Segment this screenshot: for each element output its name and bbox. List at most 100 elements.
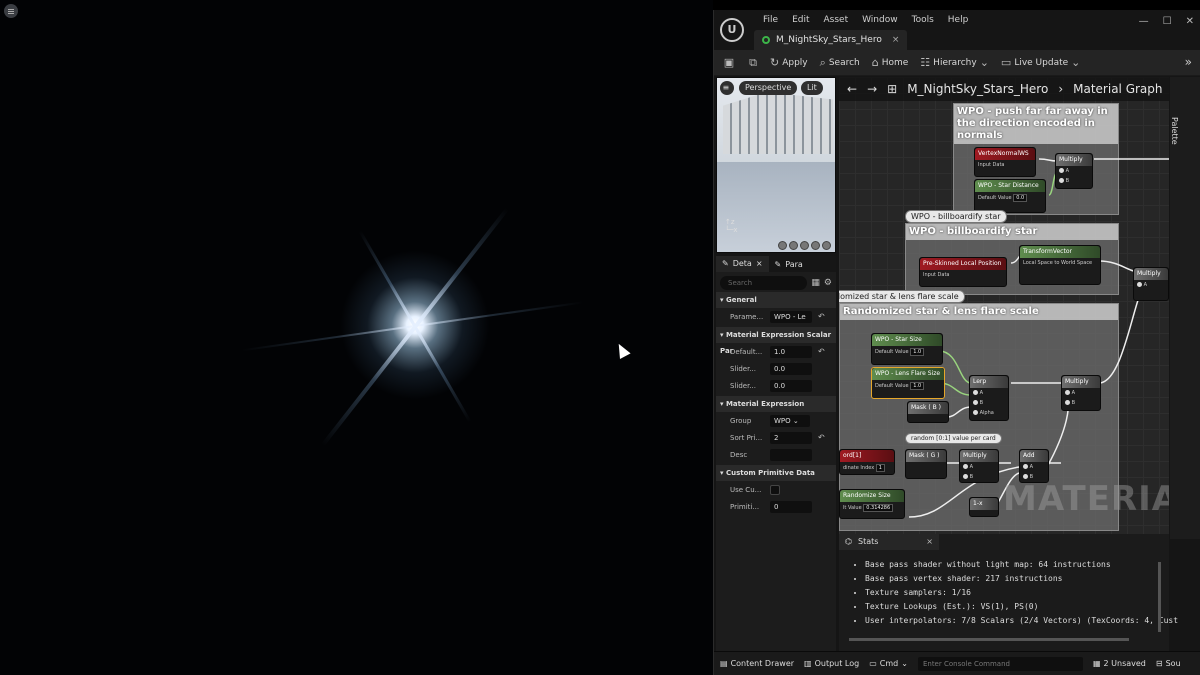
menu-tools[interactable]: Tools [905, 14, 941, 26]
node-star-size[interactable]: WPO - Star Size Default Value 1.0 [871, 333, 943, 365]
output-log-button[interactable]: ▥ Output Log [804, 659, 859, 668]
prop-label: Group [730, 416, 752, 425]
back-arrow-icon[interactable]: ← [847, 82, 857, 96]
menu-asset[interactable]: Asset [817, 14, 856, 26]
perspective-button[interactable]: Perspective [739, 81, 798, 95]
node-pins: B [960, 472, 998, 482]
category-material-expression[interactable]: ▾ Material Expression [716, 396, 836, 412]
primitive-index-field[interactable]: 0 [770, 500, 812, 513]
minimize-icon[interactable]: — [1139, 16, 1149, 27]
node-lerp[interactable]: Lerp A B Alpha [969, 375, 1009, 421]
node-transform-vector[interactable]: TransformVector Local Space to World Spa… [1019, 245, 1101, 285]
home-button[interactable]: ⌂ Home [872, 56, 909, 69]
plane-icon[interactable] [800, 241, 809, 250]
toolbar-overflow-icon[interactable]: » [1185, 55, 1192, 69]
stats-horizontal-scrollbar[interactable] [849, 638, 1129, 641]
default-value-field[interactable]: 1.0 [770, 345, 812, 358]
reset-icon[interactable]: ↶ [818, 312, 825, 321]
reset-icon[interactable]: ↶ [818, 347, 825, 356]
apply-button[interactable]: ↻ Apply [770, 56, 808, 69]
stats-tab[interactable]: ⌬ Stats × [839, 534, 939, 550]
node-one-minus[interactable]: 1-x [969, 497, 999, 517]
reset-icon[interactable]: ↶ [818, 433, 825, 442]
viewport-menu-icon[interactable] [4, 4, 18, 18]
node-add[interactable]: Add A B [1019, 449, 1049, 483]
slider-max-field[interactable]: 0.0 [770, 379, 812, 392]
table-view-icon[interactable]: ▦ [811, 278, 820, 288]
category-scalar-parameter[interactable]: ▾ Material Expression Scalar Par [716, 327, 836, 355]
graph-hierarchy-icon[interactable]: ⊞ [887, 82, 897, 96]
node-coordinate[interactable]: ord[1] dinate Index 1 [839, 449, 895, 475]
mesh-icon[interactable] [822, 241, 831, 250]
source-control-label: Sou [1165, 659, 1181, 668]
browse-icon[interactable]: ⧉ [746, 56, 760, 70]
cube-icon[interactable] [811, 241, 820, 250]
lit-button[interactable]: Lit [801, 81, 823, 95]
forward-arrow-icon[interactable]: → [867, 82, 877, 96]
star-size-value[interactable]: 1.0 [910, 348, 925, 356]
details-search-input[interactable]: Search [720, 276, 808, 290]
stats-vertical-scrollbar[interactable] [1158, 562, 1161, 632]
menu-window[interactable]: Window [855, 14, 905, 26]
node-title: ord[1] [840, 450, 894, 462]
cmd-dropdown[interactable]: ▭ Cmd ⌄ [869, 659, 908, 668]
comment-bubble-random[interactable]: random [0:1] value per card [905, 433, 1002, 444]
node-vertex-normal[interactable]: VertexNormalWS Input Data [974, 147, 1036, 177]
material-graph-canvas[interactable]: WPO - push far far away in the direction… [839, 77, 1169, 539]
preview-menu-icon[interactable]: ≡ [720, 81, 734, 95]
close-icon[interactable]: ✕ [1186, 16, 1194, 27]
tab-details[interactable]: ✎ Deta × [716, 256, 769, 272]
maximize-icon[interactable]: ☐ [1163, 16, 1172, 27]
tab-parameters[interactable]: ✎ Para [769, 260, 809, 269]
palette-tab[interactable]: Palette [1170, 77, 1200, 539]
unsaved-label: 2 Unsaved [1103, 659, 1146, 668]
node-multiply-1[interactable]: Multiply A B [1055, 153, 1093, 189]
menu-edit[interactable]: Edit [785, 14, 816, 26]
tab-close-icon[interactable]: × [756, 256, 763, 272]
randomize-size-value[interactable]: 0.314286 [863, 504, 894, 512]
node-mask-g[interactable]: Mask ( G ) [905, 449, 947, 479]
search-button[interactable]: ⌕ Search [820, 56, 860, 70]
node-randomize-size[interactable]: Randomize Size lt Value 0.314286 [839, 489, 905, 519]
output-log-label: Output Log [814, 659, 860, 668]
coordinate-index-value[interactable]: 1 [875, 464, 885, 472]
node-multiply-2[interactable]: Multiply A [1133, 267, 1169, 301]
menu-help[interactable]: Help [941, 14, 976, 26]
sphere-icon[interactable] [789, 241, 798, 250]
node-pre-skinned-position[interactable]: Pre-Skinned Local Position Input Data [919, 257, 1007, 287]
gear-icon[interactable]: ⚙ [824, 278, 832, 288]
desc-field[interactable] [770, 448, 812, 461]
category-custom-primitive-data[interactable]: ▾ Custom Primitive Data [716, 465, 836, 481]
document-tab[interactable]: M_NightSky_Stars_Hero × [754, 30, 908, 50]
source-control-button[interactable]: ⊟ Sou [1156, 659, 1181, 668]
scene-viewport[interactable] [0, 0, 713, 675]
console-command-input[interactable]: Enter Console Command [917, 656, 1083, 671]
breadcrumb-graph[interactable]: Material Graph [1073, 82, 1162, 96]
tab-close-icon[interactable]: × [926, 534, 933, 550]
parameter-name-field[interactable]: WPO - Le [770, 310, 812, 323]
group-dropdown[interactable]: WPO ⌄ [770, 414, 810, 427]
save-icon[interactable]: ▣ [722, 56, 736, 70]
breadcrumb-asset[interactable]: M_NightSky_Stars_Hero [907, 82, 1048, 96]
category-general[interactable]: ▾ General [716, 292, 836, 308]
node-multiply-4[interactable]: Multiply A B [959, 449, 999, 483]
lens-flare-size-value[interactable]: 1.0 [910, 382, 925, 390]
tab-close-icon[interactable]: × [892, 35, 900, 45]
sort-priority-field[interactable]: 2 [770, 431, 812, 444]
content-drawer-button[interactable]: ▤ Content Drawer [720, 659, 794, 668]
slider-min-field[interactable]: 0.0 [770, 362, 812, 375]
hierarchy-button[interactable]: ☷ Hierarchy ⌄ [920, 56, 989, 69]
node-multiply-3[interactable]: Multiply A B [1061, 375, 1101, 411]
node-star-distance[interactable]: WPO - Star Distance Default Value 0.0 [974, 179, 1046, 213]
node-mask-b[interactable]: Mask ( B ) [907, 401, 949, 423]
unsaved-button[interactable]: ▦ 2 Unsaved [1093, 659, 1146, 668]
material-preview-viewport[interactable]: ≡ Perspective Lit ↑z └─x [716, 77, 836, 253]
star-distance-value[interactable]: 0.0 [1013, 194, 1028, 202]
cylinder-icon[interactable] [778, 241, 787, 250]
live-update-button[interactable]: ▭ Live Update ⌄ [1001, 56, 1080, 69]
comment-bubble-billboard[interactable]: WPO - billboardify star [905, 210, 1007, 223]
use-custom-checkbox[interactable] [770, 484, 780, 495]
node-lens-flare-size[interactable]: WPO - Lens Flare Size Default Value 1.0 [871, 367, 945, 399]
comment-bubble-randomized[interactable]: domized star & lens flare scale [839, 290, 965, 303]
menu-file[interactable]: File [756, 14, 785, 26]
